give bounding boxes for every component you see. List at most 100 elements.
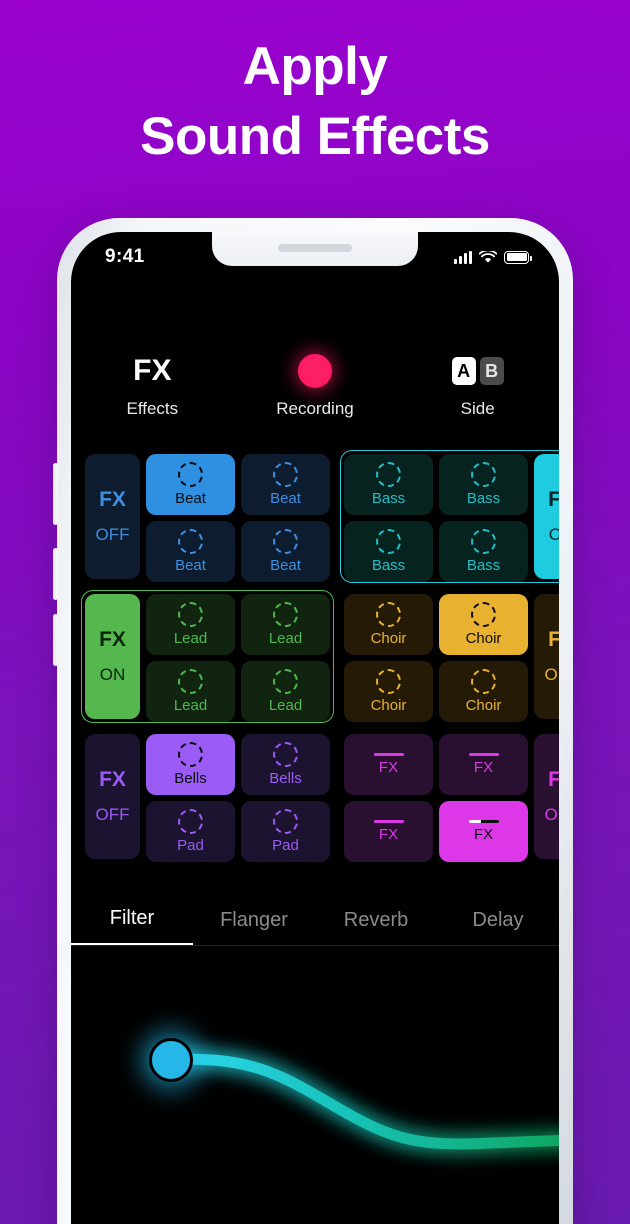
pad-bells[interactable]: Bells	[241, 734, 330, 795]
status-bar-clock: 9:41	[105, 246, 145, 267]
pad-pad[interactable]: Pad	[146, 801, 235, 862]
lead-group: FX ON Lead Lead Lead Lead	[81, 590, 334, 723]
pad-row: Beat Beat	[146, 521, 330, 582]
pad-label: Pad	[177, 837, 204, 854]
dashed-circle-icon	[273, 669, 298, 694]
fx-toggle-state: OFF	[544, 665, 560, 684]
pad-row: Lead Lead	[146, 594, 330, 655]
pad-grid: FX OFF Beat Beat Beat Beat Bass Bass Bass Bass FX O…	[81, 450, 559, 870]
control-side[interactable]: A B Side	[396, 350, 559, 419]
bass-group-pads: Bass Bass Bass Bass	[344, 454, 528, 582]
tab-filter[interactable]: Filter	[71, 907, 193, 945]
pad-bells[interactable]: Bells	[146, 734, 235, 795]
side-option-b[interactable]: B	[479, 357, 504, 385]
choir-group: Choir Choir Choir Choir FX OFF	[340, 590, 559, 723]
effect-tabs: Filter Flanger Reverb Delay	[71, 892, 559, 946]
beat-group-pads: Beat Beat Beat Beat	[146, 454, 330, 582]
pad-lead[interactable]: Lead	[146, 594, 235, 655]
control-recording-label: Recording	[276, 399, 354, 418]
pad-fx[interactable]: FX	[344, 734, 433, 795]
pad-label: Beat	[270, 490, 301, 507]
choir-group-pads: Choir Choir Choir Choir	[344, 594, 528, 722]
beat-group-fx-toggle[interactable]: FX OFF	[85, 454, 140, 579]
dashed-circle-icon	[178, 529, 203, 554]
pad-label: Bass	[466, 557, 501, 574]
bells-pad-group-fx-toggle[interactable]: FX OFF	[85, 734, 140, 859]
dashed-circle-icon	[376, 529, 401, 554]
dashed-circle-icon	[178, 462, 203, 487]
pad-label: Bass	[371, 557, 406, 574]
top-controls: FX Effects Recording A B Side	[71, 350, 559, 419]
phone-mockup: 9:41 FX Effects Recording A B Side FX OF…	[53, 218, 573, 1224]
pad-row: Choir Choir	[344, 594, 528, 655]
phone-button-silent[interactable]	[53, 463, 58, 525]
pad-bass[interactable]: Bass	[439, 454, 528, 515]
pad-bass[interactable]: Bass	[344, 454, 433, 515]
control-recording[interactable]: Recording	[234, 350, 397, 419]
cellular-signal-icon	[454, 250, 472, 264]
choir-group-fx-toggle[interactable]: FX OFF	[534, 594, 559, 719]
fx-toggle-state: ON	[99, 665, 126, 684]
dashed-circle-icon	[471, 602, 496, 627]
tab-delay[interactable]: Delay	[437, 909, 559, 945]
control-effects-label: Effects	[126, 399, 179, 418]
pad-label: Beat	[175, 490, 206, 507]
tab-flanger[interactable]: Flanger	[193, 909, 315, 945]
dashed-circle-icon	[376, 602, 401, 627]
dash-line-icon	[373, 753, 404, 756]
page-title: Apply Sound Effects	[0, 32, 630, 172]
pad-bass[interactable]: Bass	[439, 521, 528, 582]
phone-button-volume-up[interactable]	[53, 548, 58, 600]
fx-slider-group: FX FX FX FX FX OFF	[340, 730, 559, 863]
bells-pad-group: FX OFF Bells Bells Pad Pad	[81, 730, 334, 863]
row-3: FX OFF Bells Bells Pad Pad FX FX FX FX FX OFF	[81, 730, 559, 863]
tab-reverb[interactable]: Reverb	[315, 909, 437, 945]
pad-fx[interactable]: FX	[344, 801, 433, 862]
row-2: FX ON Lead Lead Lead Lead Choir Choir Choir Choir…	[81, 590, 559, 723]
pad-row: Lead Lead	[146, 661, 330, 722]
pad-beat[interactable]: Beat	[241, 521, 330, 582]
dash-line-icon	[373, 820, 404, 823]
pad-label: Pad	[272, 837, 299, 854]
pad-label: Bass	[371, 490, 406, 507]
fx-toggle-title: FX	[548, 488, 559, 511]
pad-row: Pad Pad	[146, 801, 330, 862]
pad-label: FX	[378, 826, 399, 843]
pad-choir[interactable]: Choir	[344, 594, 433, 655]
phone-button-volume-down[interactable]	[53, 614, 58, 666]
pad-label: Choir	[370, 697, 407, 714]
bass-group-fx-toggle[interactable]: FX ON	[534, 454, 559, 579]
filter-curve-editor[interactable]	[71, 947, 559, 1224]
pad-beat[interactable]: Beat	[241, 454, 330, 515]
curve-handle[interactable]	[149, 1038, 193, 1082]
pad-label: Lead	[268, 697, 303, 714]
pad-row: Bells Bells	[146, 734, 330, 795]
pad-label: Bells	[174, 770, 207, 787]
pad-bass[interactable]: Bass	[344, 521, 433, 582]
pad-choir[interactable]: Choir	[439, 661, 528, 722]
dashed-circle-icon	[273, 602, 298, 627]
record-dot-icon[interactable]	[298, 354, 332, 388]
fx-slider-group-fx-toggle[interactable]: FX OFF	[534, 734, 559, 859]
pad-choir[interactable]: Choir	[439, 594, 528, 655]
fx-toggle-title: FX	[99, 488, 126, 511]
pad-fx[interactable]: FX	[439, 801, 528, 862]
pad-beat[interactable]: Beat	[146, 454, 235, 515]
control-effects[interactable]: FX Effects	[71, 350, 234, 419]
lead-group-fx-toggle[interactable]: FX ON	[85, 594, 140, 719]
lead-group-pads: Lead Lead Lead Lead	[146, 594, 330, 722]
pad-lead[interactable]: Lead	[146, 661, 235, 722]
pad-lead[interactable]: Lead	[241, 661, 330, 722]
pad-lead[interactable]: Lead	[241, 594, 330, 655]
pad-choir[interactable]: Choir	[344, 661, 433, 722]
fx-toggle-state: OFF	[95, 525, 130, 544]
pad-pad[interactable]: Pad	[241, 801, 330, 862]
pad-fx[interactable]: FX	[439, 734, 528, 795]
dashed-circle-icon	[273, 742, 298, 767]
battery-icon	[504, 250, 532, 264]
pad-label: Bells	[269, 770, 302, 787]
record-dot-icon-wrap	[234, 350, 397, 392]
pad-beat[interactable]: Beat	[146, 521, 235, 582]
dashed-circle-icon	[178, 669, 203, 694]
side-option-a[interactable]: A	[451, 357, 476, 385]
